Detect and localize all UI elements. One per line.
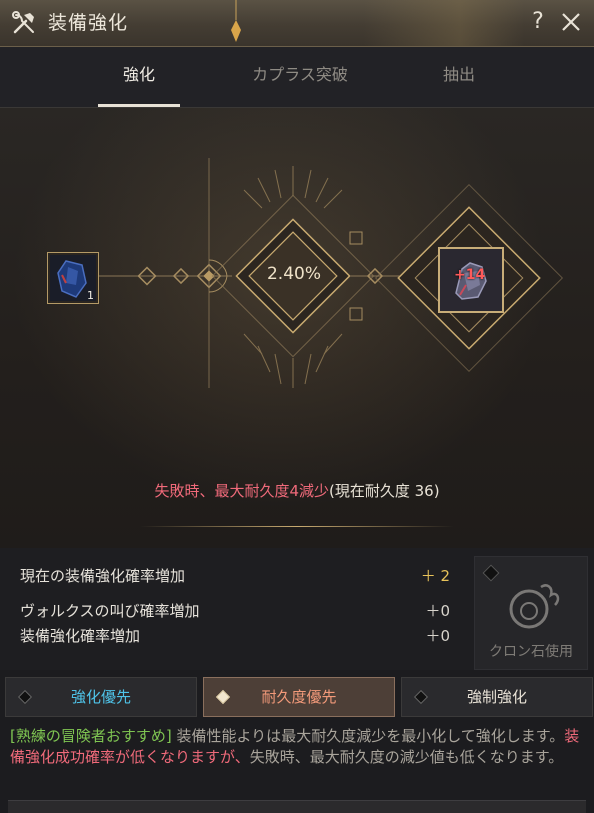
clone-stone-toggle[interactable]: クロン石使用 <box>474 556 588 670</box>
bottom-button-edge[interactable] <box>8 800 586 813</box>
current-durability-text: (現在耐久度 36) <box>328 482 440 500</box>
radio-diamond-icon <box>17 689 33 705</box>
tab-bar: 強化 カプラス突破 抽出 <box>0 47 594 108</box>
mode-durability-priority-button[interactable]: 耐久度優先 <box>203 677 395 717</box>
fail-warning: 失敗時、最大耐久度4減少(現在耐久度 36) <box>0 480 594 501</box>
tab-caphras[interactable]: カプラス突破 <box>232 47 368 107</box>
stat-volks-label: ヴォルクスの叫び確率増加 <box>20 602 200 620</box>
fail-main-text: 失敗時、最大耐久度4減少 <box>154 482 329 500</box>
mode-force-enhance-button[interactable]: 強制強化 <box>401 677 593 717</box>
material-count: 1 <box>87 289 94 302</box>
clone-stone-icon <box>509 584 560 629</box>
title-bar[interactable]: 装備強化 ? <box>0 0 594 47</box>
tab-enhance[interactable]: 強化 <box>98 47 180 107</box>
mode-label: 耐久度優先 <box>261 688 337 706</box>
target-enhance-level: +14 <box>454 267 486 283</box>
material-slot[interactable]: 1 <box>47 252 99 304</box>
mode-description: [熟練の冒険者おすすめ] 装備性能よりは最大耐久度減少を最小化して強化します。装… <box>10 726 586 768</box>
mode-label: 強制強化 <box>466 688 527 706</box>
radio-diamond-icon <box>413 689 429 705</box>
clone-stone-label: クロン石使用 <box>489 644 573 660</box>
stat-current-bonus-value: ＋ 2 <box>420 567 450 585</box>
stat-current-bonus-label: 現在の装備強化確率増加 <box>20 567 186 585</box>
radio-diamond-icon <box>215 689 231 705</box>
enhance-stage: 2.40% 1 +14 失敗時、最大耐久度4減少(現在耐久度 36) <box>0 108 594 548</box>
title-decoration <box>364 0 524 46</box>
stat-enhance-bonus-value: ＋0 <box>425 627 450 645</box>
tab-extract[interactable]: 抽出 <box>420 47 498 107</box>
help-button[interactable]: ? <box>526 8 550 36</box>
recommend-tag: [熟練の冒険者おすすめ] <box>10 727 172 745</box>
description-text-2: 失敗時、最大耐久度の減少値も低くなります。 <box>249 748 564 766</box>
description-text-1: 装備性能よりは最大耐久度減少を最小化して強化します。 <box>171 727 565 745</box>
mode-success-priority-button[interactable]: 強化優先 <box>5 677 197 717</box>
target-item-slot[interactable]: +14 <box>438 247 504 313</box>
close-icon[interactable] <box>558 9 584 35</box>
enhance-window: 装備強化 ? 強化 カプラス突破 抽出 2.40% 1 +14 失敗時、最大耐久… <box>0 0 594 813</box>
window-title: 装備強化 <box>48 12 129 34</box>
stat-volks-value: ＋0 <box>425 602 450 620</box>
pendant-ornament-icon <box>231 0 241 42</box>
success-rate: 2.40% <box>266 264 321 284</box>
divider <box>140 526 454 527</box>
hammer-tool-icon <box>12 11 34 34</box>
stat-enhance-bonus-label: 装備強化確率増加 <box>20 627 141 645</box>
mode-label: 強化優先 <box>70 688 131 706</box>
